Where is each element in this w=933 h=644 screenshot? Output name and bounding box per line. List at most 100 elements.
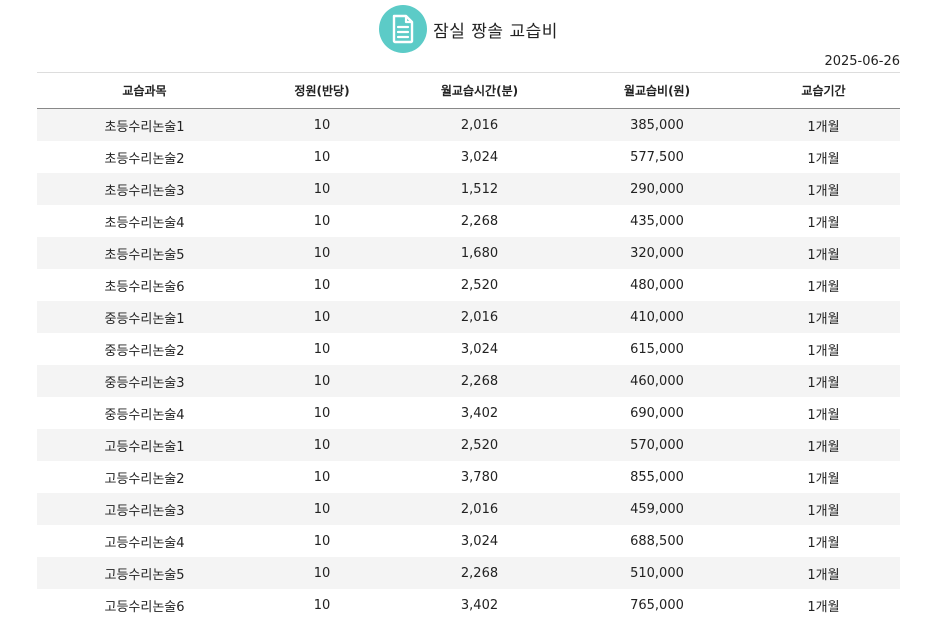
monthly-fee-cell: 688,500 — [567, 525, 747, 557]
table-row: 초등수리논술3 10 1,512 290,000 1개월 — [37, 173, 900, 205]
table-row: 고등수리논술6 10 3,402 765,000 1개월 — [37, 589, 900, 621]
capacity-cell: 10 — [252, 589, 392, 621]
subject-cell: 초등수리논술3 — [37, 173, 252, 205]
subject-cell: 고등수리논술3 — [37, 493, 252, 525]
date-label: 2025-06-26 — [824, 54, 900, 69]
capacity-cell: 10 — [252, 333, 392, 365]
monthly-minutes-cell: 2,268 — [392, 365, 567, 397]
table-row: 고등수리논술3 10 2,016 459,000 1개월 — [37, 493, 900, 525]
period-cell: 1개월 — [747, 301, 900, 333]
table-row: 고등수리논술2 10 3,780 855,000 1개월 — [37, 461, 900, 493]
period-cell: 1개월 — [747, 493, 900, 525]
monthly-fee-cell: 765,000 — [567, 589, 747, 621]
document-icon-glyph — [392, 14, 414, 44]
monthly-minutes-cell: 2,520 — [392, 269, 567, 301]
monthly-fee-cell: 385,000 — [567, 108, 747, 141]
capacity-cell: 10 — [252, 397, 392, 429]
table-row: 고등수리논술5 10 2,268 510,000 1개월 — [37, 557, 900, 589]
monthly-minutes-cell: 2,520 — [392, 429, 567, 461]
capacity-cell: 10 — [252, 429, 392, 461]
tuition-table: 교습과목 정원(반당) 월교습시간(분) 월교습비(원) 교습기간 초등수리논술1 10 2… — [37, 72, 900, 621]
capacity-cell: 10 — [252, 461, 392, 493]
monthly-fee-cell: 290,000 — [567, 173, 747, 205]
page-header: 잠실 짱솔 교습비 — [0, 5, 933, 53]
table-row: 고등수리논술1 10 2,520 570,000 1개월 — [37, 429, 900, 461]
monthly-fee-cell: 615,000 — [567, 333, 747, 365]
monthly-minutes-cell: 3,024 — [392, 141, 567, 173]
monthly-fee-cell: 459,000 — [567, 493, 747, 525]
table-row: 초등수리논술4 10 2,268 435,000 1개월 — [37, 205, 900, 237]
subject-cell: 초등수리논술4 — [37, 205, 252, 237]
table-row: 중등수리논술2 10 3,024 615,000 1개월 — [37, 333, 900, 365]
period-cell: 1개월 — [747, 525, 900, 557]
monthly-fee-cell: 855,000 — [567, 461, 747, 493]
capacity-cell: 10 — [252, 525, 392, 557]
page-header-inner: 잠실 짱솔 교습비 — [379, 5, 558, 53]
period-header: 교습기간 — [801, 84, 846, 98]
monthly-minutes-cell: 3,402 — [392, 397, 567, 429]
period-cell: 1개월 — [747, 141, 900, 173]
subject-cell: 초등수리논술5 — [37, 237, 252, 269]
period-cell: 1개월 — [747, 461, 900, 493]
table-header: 교습과목 정원(반당) 월교습시간(분) 월교습비(원) 교습기간 — [37, 72, 900, 109]
monthly-minutes-cell: 2,016 — [392, 493, 567, 525]
monthly-minutes-cell: 1,512 — [392, 173, 567, 205]
table-row: 초등수리논술2 10 3,024 577,500 1개월 — [37, 141, 900, 173]
table-body: 초등수리논술1 10 2,016 385,000 1개월 초등수리논술2 10 3,024 57… — [37, 108, 900, 621]
table-row: 초등수리논술5 10 1,680 320,000 1개월 — [37, 237, 900, 269]
capacity-cell: 10 — [252, 141, 392, 173]
period-cell: 1개월 — [747, 205, 900, 237]
period-cell: 1개월 — [747, 108, 900, 141]
monthly-minutes-cell: 1,680 — [392, 237, 567, 269]
table-row: 초등수리논술1 10 2,016 385,000 1개월 — [37, 108, 900, 141]
monthly-fee-cell: 577,500 — [567, 141, 747, 173]
monthly-fee-header: 월교습비(원) — [623, 84, 691, 98]
monthly-fee-cell: 480,000 — [567, 269, 747, 301]
capacity-cell: 10 — [252, 557, 392, 589]
monthly-fee-cell: 435,000 — [567, 205, 747, 237]
table-row: 중등수리논술3 10 2,268 460,000 1개월 — [37, 365, 900, 397]
subject-header: 교습과목 — [122, 84, 167, 98]
monthly-fee-cell: 320,000 — [567, 237, 747, 269]
capacity-cell: 10 — [252, 173, 392, 205]
period-cell: 1개월 — [747, 365, 900, 397]
monthly-minutes-cell: 3,024 — [392, 333, 567, 365]
period-cell: 1개월 — [747, 429, 900, 461]
table-header-row: 교습과목 정원(반당) 월교습시간(분) 월교습비(원) 교습기간 — [37, 72, 900, 109]
monthly-minutes-cell: 3,780 — [392, 461, 567, 493]
monthly-fee-cell: 570,000 — [567, 429, 747, 461]
tuition-table-wrap: 교습과목 정원(반당) 월교습시간(분) 월교습비(원) 교습기간 초등수리논술1 10 2… — [37, 72, 900, 621]
subject-cell: 초등수리논술6 — [37, 269, 252, 301]
subject-cell: 고등수리논술5 — [37, 557, 252, 589]
monthly-minutes-cell: 3,024 — [392, 525, 567, 557]
subject-cell: 중등수리논술4 — [37, 397, 252, 429]
subject-cell: 초등수리논술2 — [37, 141, 252, 173]
capacity-cell: 10 — [252, 493, 392, 525]
subject-cell: 고등수리논술1 — [37, 429, 252, 461]
page-title: 잠실 짱솔 교습비 — [433, 21, 558, 42]
monthly-minutes-cell: 3,402 — [392, 589, 567, 621]
monthly-fee-cell: 690,000 — [567, 397, 747, 429]
monthly-minutes-cell: 2,268 — [392, 205, 567, 237]
capacity-cell: 10 — [252, 108, 392, 141]
period-cell: 1개월 — [747, 269, 900, 301]
capacity-cell: 10 — [252, 269, 392, 301]
monthly-minutes-cell: 2,016 — [392, 108, 567, 141]
period-cell: 1개월 — [747, 237, 900, 269]
capacity-header: 정원(반당) — [294, 84, 350, 98]
period-cell: 1개월 — [747, 589, 900, 621]
subject-cell: 고등수리논술6 — [37, 589, 252, 621]
monthly-minutes-cell: 2,016 — [392, 301, 567, 333]
period-cell: 1개월 — [747, 397, 900, 429]
subject-cell: 중등수리논술1 — [37, 301, 252, 333]
monthly-fee-cell: 460,000 — [567, 365, 747, 397]
monthly-fee-cell: 510,000 — [567, 557, 747, 589]
subject-cell: 고등수리논술2 — [37, 461, 252, 493]
capacity-cell: 10 — [252, 205, 392, 237]
table-row: 고등수리논술4 10 3,024 688,500 1개월 — [37, 525, 900, 557]
period-cell: 1개월 — [747, 557, 900, 589]
period-cell: 1개월 — [747, 173, 900, 205]
table-row: 중등수리논술4 10 3,402 690,000 1개월 — [37, 397, 900, 429]
capacity-cell: 10 — [252, 365, 392, 397]
subject-cell: 중등수리논술2 — [37, 333, 252, 365]
